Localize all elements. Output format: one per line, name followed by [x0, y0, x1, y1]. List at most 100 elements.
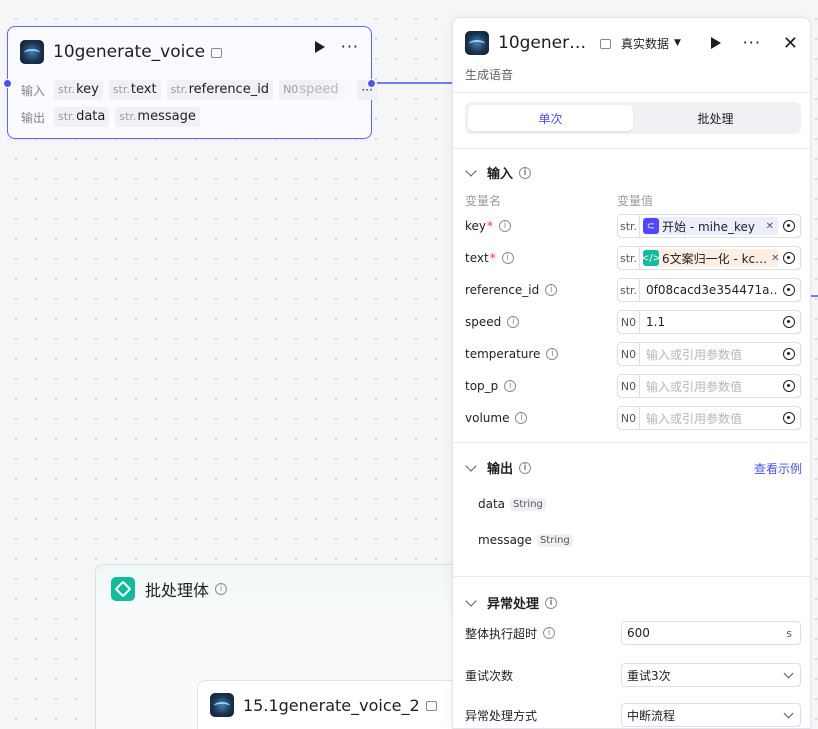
run-icon[interactable] [710, 37, 721, 49]
param-label: key * i [465, 219, 617, 233]
caret-down-icon: ▼ [674, 38, 681, 48]
node-card-generate-voice-2[interactable]: 15.1generate_voice_2 [197, 680, 467, 729]
param-row-volume: volume i N0 输入或引用参数值 [465, 406, 801, 430]
output-item-message: message String [478, 533, 573, 547]
info-icon[interactable]: i [546, 348, 559, 360]
panel-header: 10generate_voice 真实数据▼ ··· ✕ [465, 30, 798, 56]
info-icon[interactable]: i [545, 284, 558, 296]
reference-chip[interactable]: ⊂ 开始 - mihe_key ✕ [643, 217, 778, 235]
divider [453, 92, 810, 93]
info-icon[interactable]: i [519, 461, 532, 474]
plugin-badge-icon [211, 48, 223, 58]
reference-picker[interactable] [778, 311, 800, 333]
plugin-logo-icon [20, 40, 44, 64]
param-value-reference-id[interactable]: str. 0f08cacd3e354471a… [617, 278, 801, 302]
param-value-text[interactable]: str. </> 6文案归一化 - kc… ✕ [617, 246, 801, 270]
timeout-input[interactable]: 600 s [621, 621, 801, 645]
inputs-label: 输入 [21, 83, 46, 98]
output-item-data: data String [478, 497, 546, 511]
info-icon[interactable]: i [519, 166, 532, 179]
tab-single[interactable]: 单次 [468, 105, 633, 131]
handling-select[interactable]: 中断流程 [621, 703, 801, 727]
info-icon[interactable]: i [501, 252, 514, 264]
info-icon[interactable]: i [499, 220, 512, 232]
chevron-down-icon [783, 668, 794, 678]
output-type: String [510, 497, 546, 511]
timeout-row: 整体执行超时 i 600 s [465, 621, 801, 645]
info-icon[interactable]: i [545, 596, 558, 609]
data-mode-dropdown[interactable]: 真实数据 ▼ [621, 35, 681, 52]
divider [453, 442, 810, 443]
column-header-value: 变量值 [617, 194, 654, 208]
retry-select[interactable]: 重试3次 [621, 663, 801, 687]
more-icon[interactable]: ··· [743, 35, 761, 51]
run-icon[interactable] [314, 41, 325, 53]
input-section-title[interactable]: 输入 i [465, 163, 532, 182]
plugin-logo-icon [465, 31, 489, 55]
reference-picker[interactable] [778, 375, 800, 397]
param-row-temperature: temperature i N0 输入或引用参数值 [465, 342, 801, 366]
target-icon [783, 380, 795, 392]
reference-picker[interactable] [778, 407, 800, 429]
value-content: 0f08cacd3e354471a… [646, 283, 778, 297]
value-placeholder: 输入或引用参数值 [646, 347, 743, 362]
type-badge: str. [618, 215, 640, 237]
node-inputs-row: 输入 str. key str. text str. reference_id N0 s… [21, 80, 378, 100]
param-row-key: key * i str. ⊂ 开始 - mihe_key ✕ [465, 214, 801, 238]
param-label: reference_id i [465, 283, 617, 297]
node-card-generate-voice[interactable]: 10generate_voice ··· 输入 str. key str. text… [7, 26, 378, 139]
param-row-top-p: top_p i N0 输入或引用参数值 [465, 374, 801, 398]
reference-picker[interactable] [778, 215, 800, 237]
target-icon [783, 348, 795, 360]
reference-picker[interactable] [778, 279, 800, 301]
info-icon[interactable]: i [507, 316, 520, 328]
output-tag-message: str. message [115, 107, 200, 127]
param-value-temperature[interactable]: N0 输入或引用参数值 [617, 342, 801, 366]
close-icon[interactable]: ✕ [783, 33, 798, 54]
info-icon[interactable]: i [504, 380, 517, 392]
divider [453, 148, 810, 149]
chevron-down-icon [465, 594, 477, 607]
reference-picker[interactable] [778, 247, 800, 269]
output-type: String [536, 533, 573, 547]
handling-value: 中断流程 [627, 708, 676, 723]
info-icon[interactable]: i [543, 627, 556, 639]
view-example-link[interactable]: 查看示例 [754, 460, 802, 477]
type-badge: str. [618, 247, 640, 269]
setting-label: 整体执行超时 i [465, 625, 621, 642]
panel-controls: ··· ✕ [710, 30, 798, 56]
input-tag-speed: N0 speed [279, 80, 354, 100]
value-placeholder: 输入或引用参数值 [646, 411, 743, 426]
more-icon[interactable]: ··· [341, 39, 359, 55]
divider [453, 576, 810, 577]
node-header: 10generate_voice [20, 39, 223, 65]
retry-row: 重试次数 重试3次 [465, 663, 801, 687]
timeout-value: 600 [627, 626, 650, 640]
output-name: data [478, 497, 506, 511]
param-value-speed[interactable]: N0 1.1 [617, 310, 801, 334]
target-icon [783, 220, 795, 232]
reference-picker[interactable] [778, 343, 800, 365]
exception-section-title[interactable]: 异常处理 i [465, 593, 558, 612]
tab-batch[interactable]: 批处理 [633, 105, 798, 131]
param-value-key[interactable]: str. ⊂ 开始 - mihe_key ✕ [617, 214, 801, 238]
param-value-top-p[interactable]: N0 输入或引用参数值 [617, 374, 801, 398]
retry-value: 重试3次 [627, 668, 671, 683]
param-value-volume[interactable]: N0 输入或引用参数值 [617, 406, 801, 430]
info-icon[interactable]: i [515, 412, 528, 424]
input-tag-text: str. text [108, 80, 161, 100]
remove-icon[interactable]: ✕ [767, 253, 778, 264]
panel-description: 生成语音 [465, 68, 514, 82]
plugin-badge-icon [425, 701, 437, 711]
target-icon [783, 252, 795, 264]
info-icon[interactable]: i [215, 583, 228, 595]
reference-chip[interactable]: </> 6文案归一化 - kc… ✕ [643, 249, 778, 267]
type-badge: str. [618, 279, 640, 301]
node2-header: 15.1generate_voice_2 [210, 693, 437, 717]
output-name: message [478, 533, 532, 547]
output-section-title[interactable]: 输出 i [465, 458, 532, 477]
panel-title: 10generate_voice [498, 33, 594, 53]
remove-icon[interactable]: ✕ [762, 221, 774, 232]
output-port[interactable] [367, 79, 376, 88]
input-port[interactable] [3, 79, 12, 88]
